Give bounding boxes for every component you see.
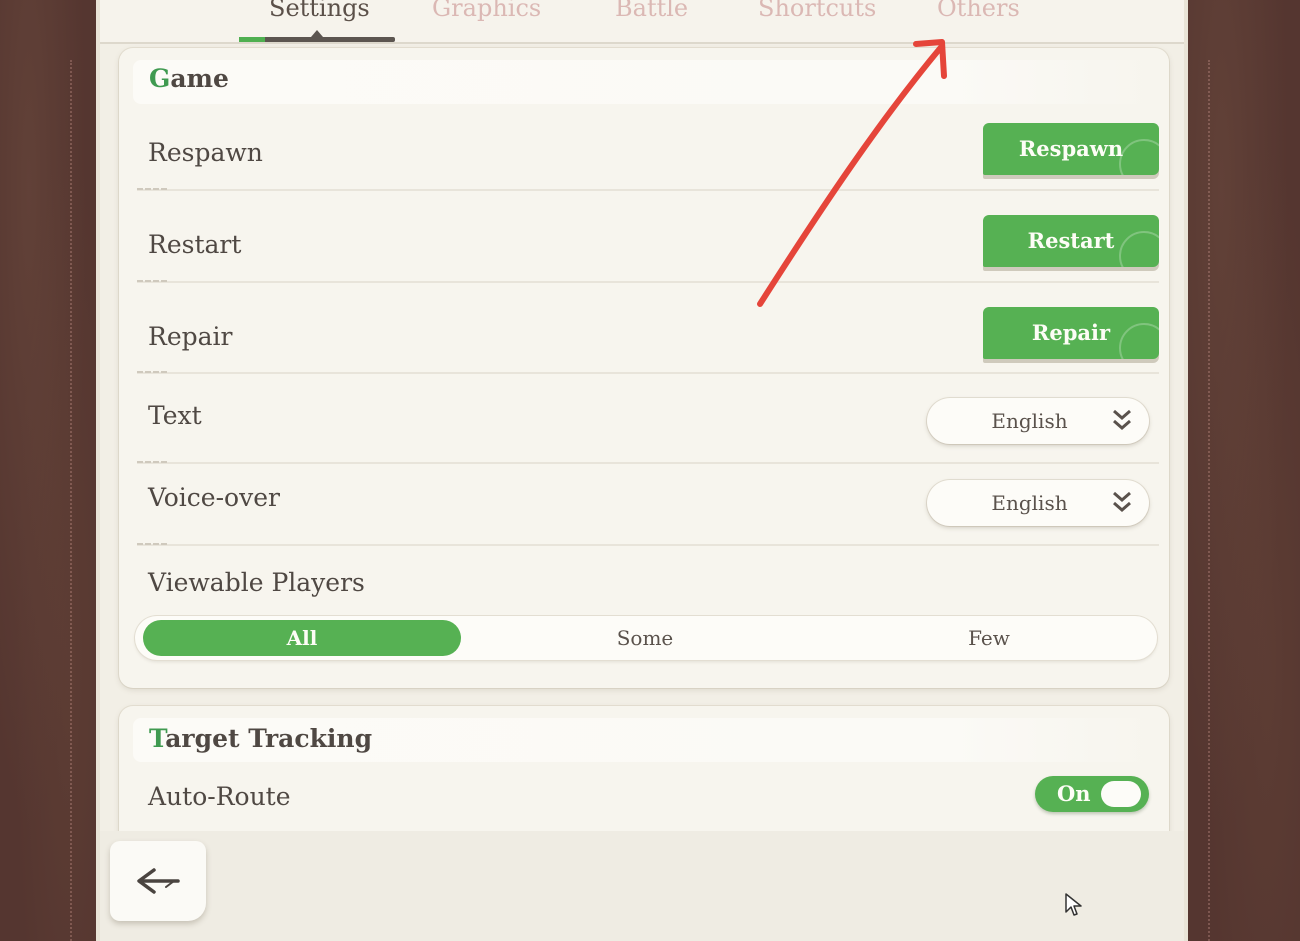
divider	[137, 461, 1159, 464]
text-language-value: English	[991, 409, 1068, 433]
voice-over-select[interactable]: English	[927, 480, 1149, 526]
divider	[137, 543, 1159, 546]
game-settings-card: Game Respawn Respawn Restart Restart Rep…	[119, 48, 1169, 688]
tab-others[interactable]: Others	[937, 0, 1020, 22]
tab-settings[interactable]: Settings	[269, 0, 370, 22]
right-backdrop	[1188, 0, 1300, 941]
bottom-bar	[100, 831, 1184, 941]
divider	[137, 371, 1159, 374]
divider	[137, 188, 1159, 191]
divider	[137, 280, 1159, 283]
left-backdrop	[0, 0, 96, 941]
repair-button[interactable]: Repair	[983, 307, 1159, 359]
back-arrow-icon	[137, 868, 180, 894]
viewable-players-option-few[interactable]: Few	[819, 616, 1159, 660]
tab-graphics[interactable]: Graphics	[432, 0, 541, 22]
settings-panel: Settings Graphics Battle Shortcuts Other…	[96, 0, 1188, 941]
tab-shortcuts[interactable]: Shortcuts	[758, 0, 876, 22]
double-chevron-down-icon	[1113, 409, 1131, 430]
voice-over-label: Voice-over	[148, 483, 280, 512]
restart-label: Restart	[148, 230, 242, 259]
voice-over-value: English	[991, 491, 1068, 515]
text-language-select[interactable]: English	[927, 398, 1149, 444]
viewable-players-option-some[interactable]: Some	[475, 616, 815, 660]
toggle-knob	[1101, 781, 1141, 807]
mouse-cursor-icon	[1065, 893, 1082, 916]
repair-label: Repair	[148, 322, 233, 351]
auto-route-state: On	[1057, 781, 1091, 806]
auto-route-toggle[interactable]: On	[1035, 776, 1149, 812]
tab-battle[interactable]: Battle	[615, 0, 688, 22]
tab-bar: Settings Graphics Battle Shortcuts Other…	[100, 0, 1184, 44]
back-button[interactable]	[110, 841, 206, 921]
active-tab-indicator	[239, 37, 395, 42]
respawn-button[interactable]: Respawn	[983, 123, 1159, 175]
double-chevron-down-icon	[1113, 491, 1131, 512]
viewable-players-option-all[interactable]: All	[143, 620, 461, 656]
target-tracking-title: Target Tracking	[149, 724, 373, 753]
viewable-players-selector: All Some Few	[135, 616, 1157, 660]
game-section-header	[133, 60, 1153, 104]
restart-button[interactable]: Restart	[983, 215, 1159, 267]
viewable-players-label: Viewable Players	[148, 568, 365, 597]
game-section-title: Game	[149, 64, 229, 93]
active-tab-caret	[311, 30, 323, 37]
auto-route-label: Auto-Route	[148, 782, 291, 811]
text-language-label: Text	[148, 401, 202, 430]
respawn-label: Respawn	[148, 138, 263, 167]
